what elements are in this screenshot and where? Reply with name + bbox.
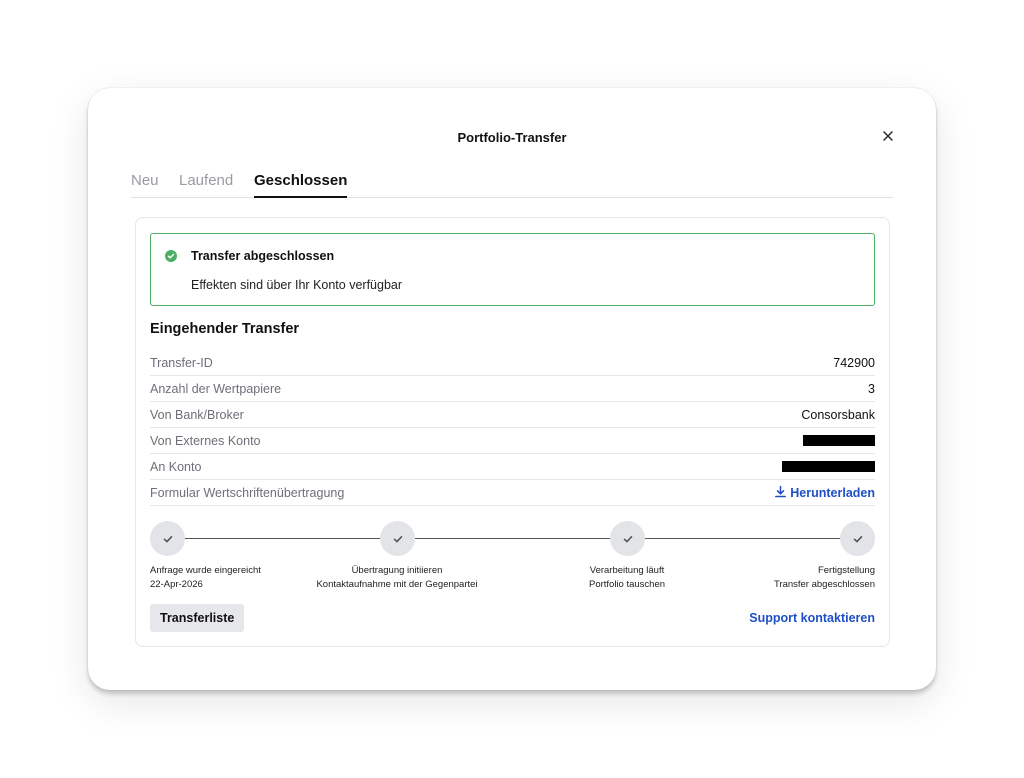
detail-row-count: Anzahl der Wertpapiere 3 (150, 376, 875, 402)
step-subtitle: Kontaktaufnahme mit der Gegenpartei (316, 579, 478, 590)
contact-support-link[interactable]: Support kontaktieren (749, 611, 875, 625)
tab-neu[interactable]: Neu (131, 172, 159, 198)
step-title: Verarbeitung läuft (589, 565, 665, 576)
step-2-check-icon (380, 521, 415, 556)
detail-row-form: Formular Wertschriftenübertragung Herunt… (150, 480, 875, 506)
step-2-label: Übertragung initiieren Kontaktaufnahme m… (316, 564, 477, 592)
transfer-list-button[interactable]: Transferliste (150, 604, 245, 632)
detail-label: Von Externes Konto (150, 434, 261, 448)
step-title: Übertragung initiieren (351, 565, 443, 576)
download-icon (774, 485, 787, 501)
detail-label: An Konto (150, 460, 202, 474)
step-title: Anfrage wurde eingereicht (150, 565, 261, 576)
step-subtitle: Portfolio tauschen (588, 579, 666, 590)
step-subtitle: Transfer abgeschlossen (773, 579, 875, 590)
detail-value: 3 (868, 382, 875, 396)
detail-label: Anzahl der Wertpapiere (150, 382, 282, 396)
redacted-value (782, 461, 875, 472)
detail-label: Transfer-ID (150, 356, 213, 370)
alert-title: Transfer abgeschlossen (191, 249, 335, 263)
close-icon[interactable] (880, 128, 896, 144)
step-title: Fertigstellung (817, 565, 875, 576)
detail-row-transfer-id: Transfer-ID 742900 (150, 350, 875, 376)
step-subtitle: 22-Apr-2026 (150, 579, 203, 590)
success-alert: Transfer abgeschlossen Effekten sind übe… (150, 233, 875, 306)
detail-row-external-account: Von Externes Konto (150, 428, 875, 454)
detail-value: Consorsbank (801, 408, 875, 422)
detail-row-bank: Von Bank/Broker Consorsbank (150, 402, 875, 428)
step-1-check-icon (150, 521, 185, 556)
detail-label: Formular Wertschriftenübertragung (150, 486, 345, 500)
step-3-label: Verarbeitung läuft Portfolio tauschen (589, 564, 665, 592)
redacted-value (803, 435, 875, 446)
download-link[interactable]: Herunterladen (774, 485, 875, 501)
stepper-line (167, 538, 858, 539)
detail-value: 742900 (833, 356, 875, 370)
tab-laufend[interactable]: Laufend (179, 172, 233, 198)
step-4-label: Fertigstellung Transfer abgeschlossen (774, 564, 875, 592)
check-circle-icon (165, 249, 177, 262)
transfer-details: Transfer-ID 742900 Anzahl der Wertpapier… (150, 350, 875, 506)
portfolio-transfer-dialog: Portfolio-Transfer Neu Laufend Geschloss… (88, 88, 936, 690)
detail-row-target-account: An Konto (150, 454, 875, 480)
dialog-title: Portfolio-Transfer (457, 130, 567, 145)
step-4-check-icon (840, 521, 875, 556)
step-3-check-icon (610, 521, 645, 556)
section-title: Eingehender Transfer (150, 321, 300, 337)
download-label: Herunterladen (790, 486, 875, 500)
tab-bar: Neu Laufend Geschlossen (131, 172, 893, 198)
transfer-card: Transfer abgeschlossen Effekten sind übe… (135, 217, 890, 647)
alert-text: Effekten sind über Ihr Konto verfügbar (191, 278, 403, 292)
tab-geschlossen[interactable]: Geschlossen (254, 172, 348, 198)
progress-stepper: Anfrage wurde eingereicht 22-Apr-2026 Üb… (150, 521, 875, 601)
detail-label: Von Bank/Broker (150, 408, 244, 422)
step-1-label: Anfrage wurde eingereicht 22-Apr-2026 (150, 564, 261, 592)
